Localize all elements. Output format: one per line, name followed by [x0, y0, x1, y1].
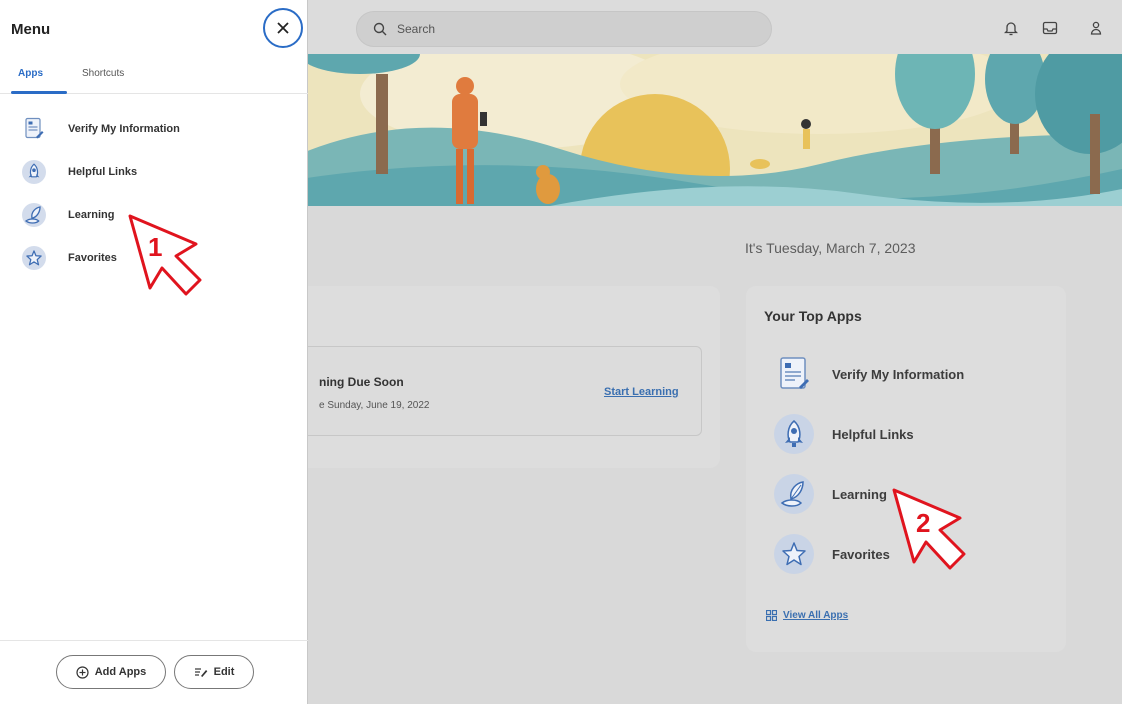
active-tab-indicator	[11, 91, 67, 94]
start-learning-link[interactable]: Start Learning	[604, 386, 679, 398]
menu-item-label: Learning	[68, 209, 115, 221]
add-apps-label: Add Apps	[94, 666, 147, 678]
menu-tabs: Apps Shortcuts	[0, 60, 308, 94]
search-icon	[373, 22, 387, 36]
top-app-label: Learning	[832, 486, 887, 502]
view-all-apps-label: View All Apps	[783, 610, 849, 621]
hero-illustration	[300, 54, 1122, 206]
menu-item-label: Helpful Links	[68, 166, 138, 178]
learning-due-item: ning Due Soon e Sunday, June 19, 2022 St…	[296, 346, 702, 436]
view-all-apps-link[interactable]: View All Apps	[766, 610, 848, 621]
user-icon[interactable]	[1088, 20, 1104, 36]
star-icon	[22, 246, 46, 270]
learning-icon	[774, 474, 814, 514]
search-placeholder: Search	[397, 22, 436, 36]
tab-shortcuts[interactable]: Shortcuts	[82, 68, 124, 79]
close-icon	[277, 22, 289, 34]
top-apps-card: Your Top Apps Verify My Information Help…	[746, 286, 1066, 652]
edit-button[interactable]: Edit	[174, 655, 254, 689]
edit-label: Edit	[213, 666, 235, 678]
annotation-arrow-2: 2	[888, 484, 978, 584]
learning-icon	[22, 203, 46, 227]
annotation-arrow-1: 1	[124, 210, 214, 310]
learning-due-card: ning Due Soon e Sunday, June 19, 2022 St…	[296, 286, 720, 468]
menu-title: Menu	[11, 21, 51, 38]
date-greeting: It's Tuesday, March 7, 2023	[745, 240, 916, 256]
learning-due-date: e Sunday, June 19, 2022	[319, 400, 430, 411]
search-input[interactable]: Search	[356, 11, 772, 47]
menu-panel: Menu Apps Shortcuts Verify My Informatio…	[0, 0, 308, 704]
rocket-icon	[22, 160, 46, 184]
top-app-label: Favorites	[832, 546, 890, 562]
top-app-verify-my-information[interactable]: Verify My Information	[774, 352, 1054, 396]
add-circle-icon	[76, 665, 89, 679]
learning-due-title: ning Due Soon	[319, 375, 404, 389]
annotation-number-1: 1	[148, 232, 162, 262]
edit-icon	[194, 668, 207, 677]
menu-item-verify-my-information[interactable]: Verify My Information	[22, 114, 292, 144]
top-app-helpful-links[interactable]: Helpful Links	[774, 412, 1054, 456]
menu-item-label: Verify My Information	[68, 123, 180, 135]
add-apps-button[interactable]: Add Apps	[56, 655, 166, 689]
menu-item-label: Favorites	[68, 252, 117, 264]
bell-icon[interactable]	[1003, 20, 1019, 36]
top-app-label: Helpful Links	[832, 426, 914, 442]
document-icon	[774, 354, 814, 394]
star-icon	[774, 534, 814, 574]
top-apps-title: Your Top Apps	[764, 308, 862, 324]
annotation-number-2: 2	[916, 508, 930, 538]
tab-apps[interactable]: Apps	[18, 68, 43, 79]
menu-footer: Add Apps Edit	[0, 640, 308, 704]
grid-icon	[766, 610, 777, 621]
inbox-icon[interactable]	[1042, 20, 1058, 36]
menu-item-helpful-links[interactable]: Helpful Links	[22, 157, 292, 187]
top-app-label: Verify My Information	[832, 366, 965, 382]
document-icon	[22, 117, 46, 141]
rocket-icon	[774, 414, 814, 454]
close-menu-button[interactable]	[263, 8, 303, 48]
